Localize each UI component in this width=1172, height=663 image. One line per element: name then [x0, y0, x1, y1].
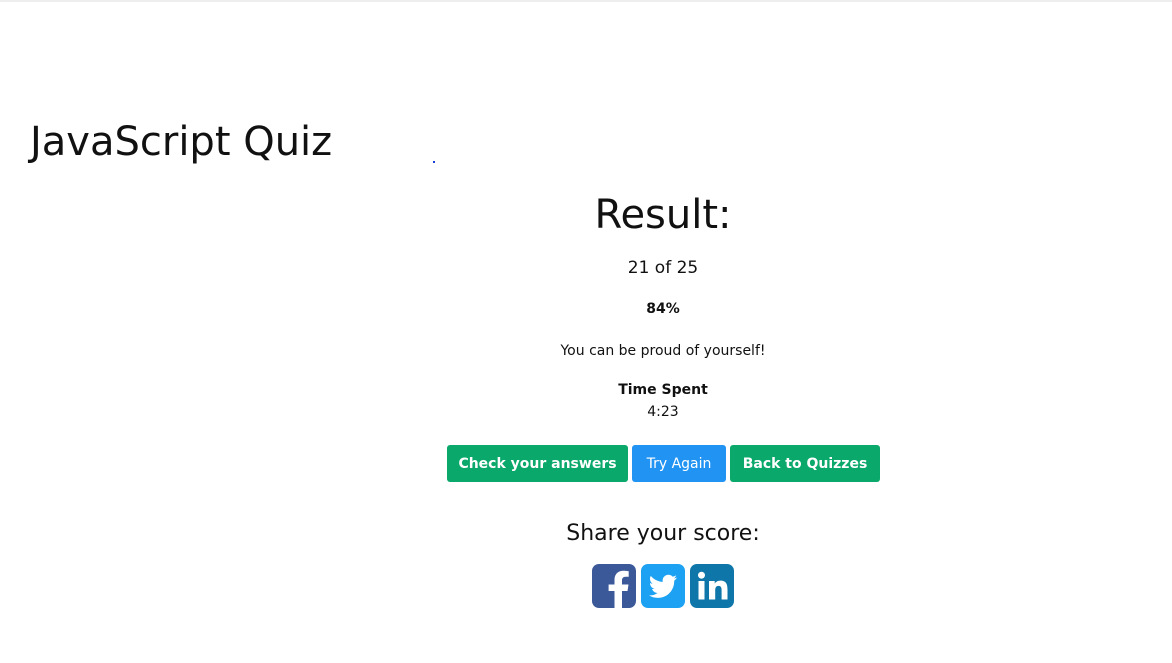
share-heading: Share your score: — [566, 521, 760, 546]
try-again-button[interactable]: Try Again — [632, 445, 726, 482]
check-answers-button[interactable]: Check your answers — [447, 445, 628, 482]
page-title: JavaScript Quiz — [30, 119, 333, 165]
back-to-quizzes-button[interactable]: Back to Quizzes — [730, 445, 880, 482]
top-border — [0, 0, 1172, 2]
result-panel: Result: 21 of 25 84% You can be proud of… — [380, 188, 946, 421]
share-icons — [592, 564, 734, 608]
time-spent-label: Time Spent — [618, 382, 708, 398]
stray-dot — [433, 161, 435, 163]
result-message: You can be proud of yourself! — [560, 343, 766, 359]
result-heading: Result: — [594, 192, 732, 238]
score-text: 21 of 25 — [627, 258, 699, 278]
result-actions: Check your answers Try Again Back to Qui… — [447, 445, 880, 482]
score-percent: 84% — [646, 301, 680, 317]
twitter-icon[interactable] — [641, 564, 685, 608]
linkedin-icon[interactable] — [690, 564, 734, 608]
time-spent-value: 4:23 — [647, 404, 679, 420]
facebook-icon[interactable] — [592, 564, 636, 608]
